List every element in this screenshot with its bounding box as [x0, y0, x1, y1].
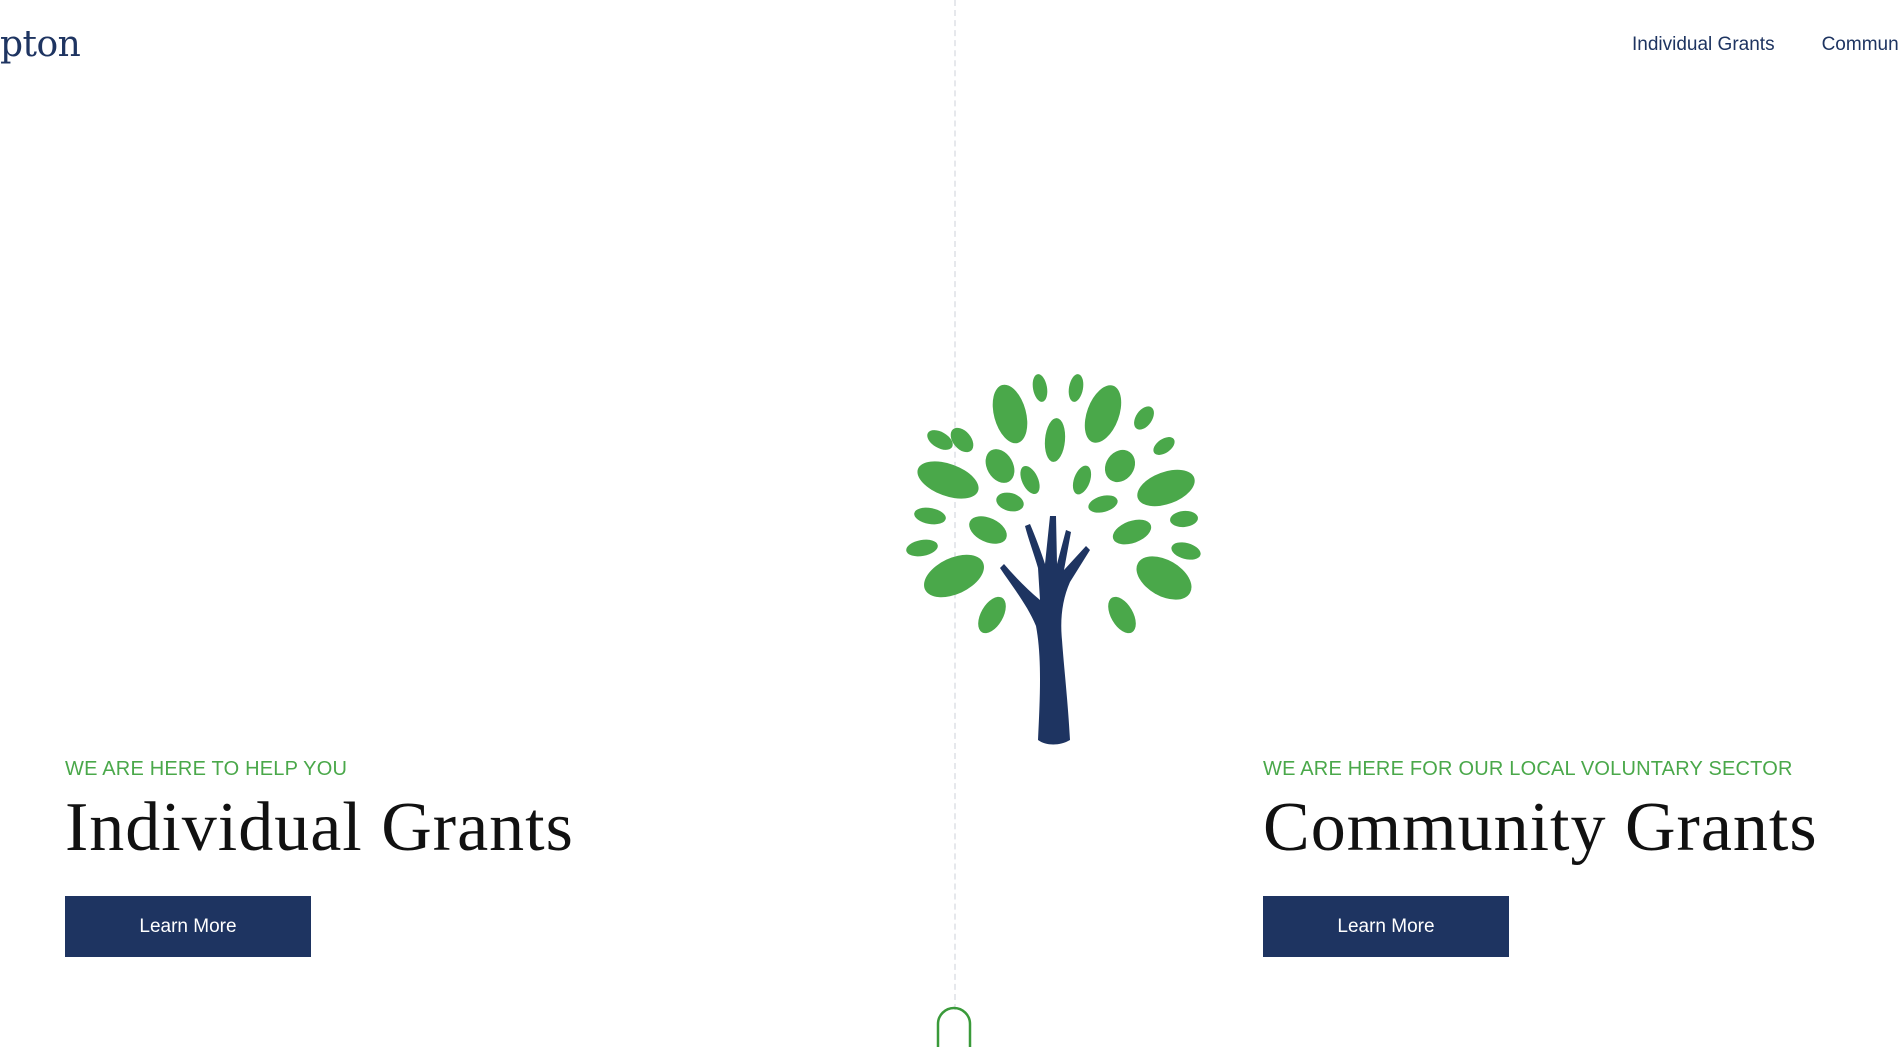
nav-item-individual-grants[interactable]: Individual Grants	[1632, 34, 1775, 56]
community-eyebrow: WE ARE HERE FOR OUR LOCAL VOLUNTARY SECT…	[1263, 758, 1793, 780]
individual-grants-title: Individual Grants	[65, 789, 574, 866]
page: pton Individual Grants Community Grants	[0, 0, 1898, 1047]
hand-tree-icon	[906, 374, 1201, 745]
main-nav: Individual Grants Community Grants	[1632, 34, 1898, 56]
individual-learn-more-button[interactable]: Learn More	[65, 896, 311, 957]
nav-item-community-grants[interactable]: Community Grants	[1822, 34, 1898, 56]
scroll-down-icon[interactable]	[936, 1004, 972, 1047]
individual-eyebrow: WE ARE HERE TO HELP YOU	[65, 758, 348, 780]
community-grants-title: Community Grants	[1263, 789, 1818, 866]
community-learn-more-button[interactable]: Learn More	[1263, 896, 1509, 957]
site-logo[interactable]: pton	[0, 24, 81, 65]
